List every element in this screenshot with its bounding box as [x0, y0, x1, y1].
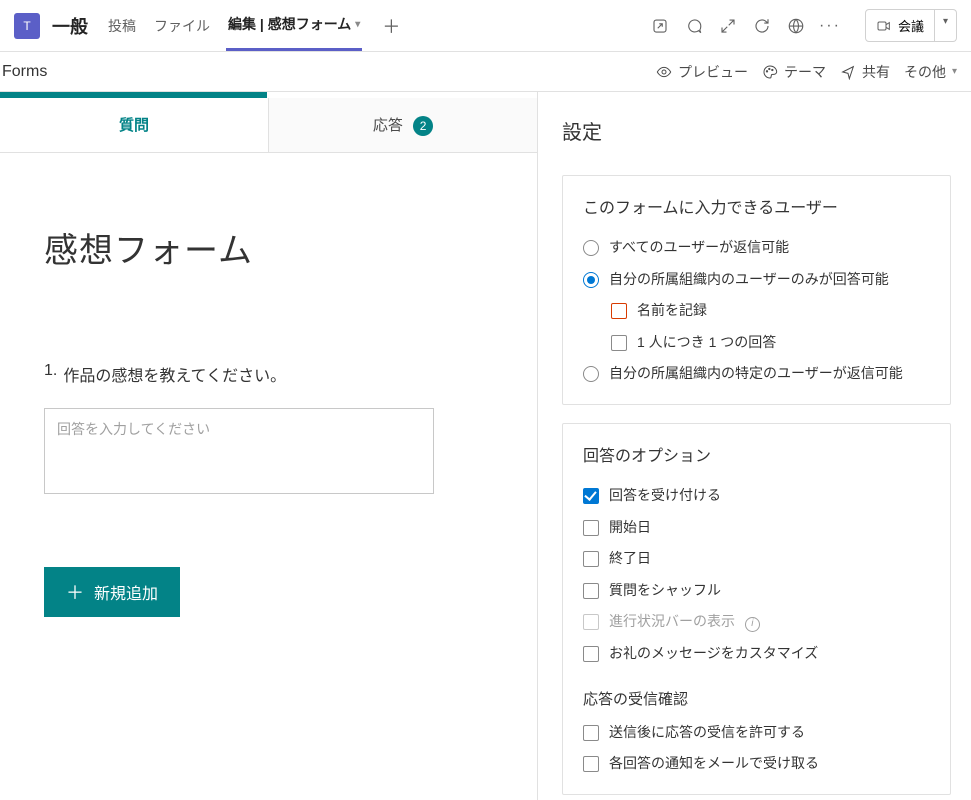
workspace: 質問 応答 2 感想フォーム 1. 作品の感想を教えてください。 — [0, 92, 971, 800]
receipt-allow-label: 送信後に応答の受信を許可する — [609, 723, 930, 743]
share-label: 共有 — [862, 62, 890, 82]
who-one-response[interactable]: 1 人につき 1 つの回答 — [583, 327, 930, 359]
option-start-date[interactable]: 開始日 — [583, 512, 930, 544]
answer-input[interactable] — [44, 408, 434, 494]
settings-group-options: 回答のオプション 回答を受け付ける 開始日 終了日 質問をシャッフル 進行状況バ — [562, 423, 951, 795]
option-accept-label: 回答を受け付ける — [609, 486, 930, 506]
teams-tab-bar: T 一般 投稿 ファイル 編集 | 感想フォーム ▾ ＋ ··· 会議 ▾ — [0, 0, 971, 52]
tab-posts[interactable]: 投稿 — [106, 0, 138, 51]
receipt-allow[interactable]: 送信後に応答の受信を許可する — [583, 717, 930, 749]
chevron-down-icon: ▾ — [952, 66, 957, 77]
checkbox-unchecked[interactable] — [583, 551, 599, 567]
other-button[interactable]: その他 ▾ — [904, 62, 957, 82]
option-thanks-label: お礼のメッセージをカスタマイズ — [609, 644, 930, 664]
checkbox-unchecked[interactable] — [583, 520, 599, 536]
add-button-label: 新規追加 — [94, 580, 158, 604]
tab-responses-label: 応答 — [373, 117, 403, 134]
option-end-label: 終了日 — [609, 549, 930, 569]
more-icon[interactable]: ··· — [821, 17, 839, 35]
add-question-button[interactable]: ＋ 新規追加 — [44, 567, 180, 617]
settings-pane: 設定 このフォームに入力できるユーザー すべてのユーザーが返信可能 自分の所属組… — [538, 92, 971, 800]
other-label: その他 — [904, 62, 946, 82]
preview-label: プレビュー — [678, 62, 748, 82]
expand-icon[interactable] — [719, 17, 737, 35]
tab-files[interactable]: ファイル — [152, 0, 212, 51]
channel-name[interactable]: 一般 — [52, 13, 88, 39]
form-title[interactable]: 感想フォーム — [44, 223, 493, 272]
who-one-response-label: 1 人につき 1 つの回答 — [637, 333, 930, 353]
checkbox-unchecked[interactable] — [583, 756, 599, 772]
checkbox-unchecked[interactable] — [583, 646, 599, 662]
theme-button[interactable]: テーマ — [762, 62, 826, 82]
who-option-specific-label: 自分の所属組織内の特定のユーザーが返信可能 — [609, 364, 930, 384]
receipt-email-label: 各回答の通知をメールで受け取る — [609, 754, 930, 774]
forms-app-title: Forms — [0, 63, 47, 81]
who-option-specific[interactable]: 自分の所属組織内の特定のユーザーが返信可能 — [583, 358, 930, 390]
tab-edit-form[interactable]: 編集 | 感想フォーム ▾ — [226, 0, 362, 51]
option-accept[interactable]: 回答を受け付ける — [583, 480, 930, 512]
settings-title: 設定 — [562, 116, 951, 145]
group-options-title: 回答のオプション — [583, 442, 930, 466]
tab-questions[interactable]: 質問 — [0, 98, 269, 152]
share-button[interactable]: 共有 — [840, 62, 890, 82]
radio-unchecked[interactable] — [583, 240, 599, 256]
globe-icon[interactable] — [787, 17, 805, 35]
team-avatar: T — [14, 13, 40, 39]
who-option-anyone-label: すべてのユーザーが返信可能 — [609, 238, 930, 258]
chevron-down-icon[interactable]: ▾ — [355, 19, 360, 30]
option-progress-label: 進行状況バーの表示 i — [609, 612, 930, 632]
who-option-org[interactable]: 自分の所属組織内のユーザーのみが回答可能 — [583, 264, 930, 296]
meeting-dropdown[interactable]: ▾ — [935, 9, 957, 42]
question-text[interactable]: 作品の感想を教えてください。 — [63, 362, 286, 386]
app-icon[interactable] — [651, 17, 669, 35]
option-shuffle[interactable]: 質問をシャッフル — [583, 575, 930, 607]
checkbox-highlighted[interactable] — [611, 303, 627, 319]
who-option-anyone[interactable]: すべてのユーザーが返信可能 — [583, 232, 930, 264]
option-thanks[interactable]: お礼のメッセージをカスタマイズ — [583, 638, 930, 670]
checkbox-unchecked[interactable] — [583, 725, 599, 741]
checkbox-unchecked[interactable] — [583, 583, 599, 599]
radio-checked[interactable] — [583, 272, 599, 288]
checkbox-checked[interactable] — [583, 488, 599, 504]
tab-responses[interactable]: 応答 2 — [269, 98, 537, 152]
option-shuffle-label: 質問をシャッフル — [609, 581, 930, 601]
who-option-org-label: 自分の所属組織内のユーザーのみが回答可能 — [609, 270, 930, 290]
question-number: 1. — [44, 362, 57, 386]
group-who-title: このフォームに入力できるユーザー — [583, 194, 930, 218]
add-tab-button[interactable]: ＋ — [382, 13, 400, 39]
question-block: 1. 作品の感想を教えてください。 — [44, 362, 493, 497]
forms-toolbar: Forms プレビュー テーマ 共有 その他 ▾ — [0, 52, 971, 92]
refresh-icon[interactable] — [753, 17, 771, 35]
editor-tabs: 質問 応答 2 — [0, 98, 537, 153]
receipt-email[interactable]: 各回答の通知をメールで受け取る — [583, 748, 930, 780]
info-icon[interactable]: i — [745, 617, 760, 632]
settings-group-who: このフォームに入力できるユーザー すべてのユーザーが返信可能 自分の所属組織内の… — [562, 175, 951, 405]
checkbox-disabled — [583, 614, 599, 630]
checkbox-unchecked[interactable] — [611, 335, 627, 351]
option-end-date[interactable]: 終了日 — [583, 543, 930, 575]
response-count-badge: 2 — [413, 116, 433, 136]
meeting-button[interactable]: 会議 — [865, 9, 935, 42]
plus-icon: ＋ — [66, 579, 84, 605]
receipt-title: 応答の受信確認 — [583, 688, 930, 709]
who-record-name[interactable]: 名前を記録 — [583, 295, 930, 327]
theme-label: テーマ — [784, 62, 826, 82]
option-progress-bar: 進行状況バーの表示 i — [583, 606, 930, 638]
preview-button[interactable]: プレビュー — [656, 62, 748, 82]
option-start-label: 開始日 — [609, 518, 930, 538]
editor-pane: 質問 応答 2 感想フォーム 1. 作品の感想を教えてください。 — [0, 92, 538, 800]
tab-edit-form-label: 編集 | 感想フォーム — [228, 14, 351, 34]
meeting-button-label: 会議 — [898, 16, 924, 35]
radio-unchecked[interactable] — [583, 366, 599, 382]
who-record-name-label: 名前を記録 — [637, 301, 930, 321]
chat-icon[interactable] — [685, 17, 703, 35]
